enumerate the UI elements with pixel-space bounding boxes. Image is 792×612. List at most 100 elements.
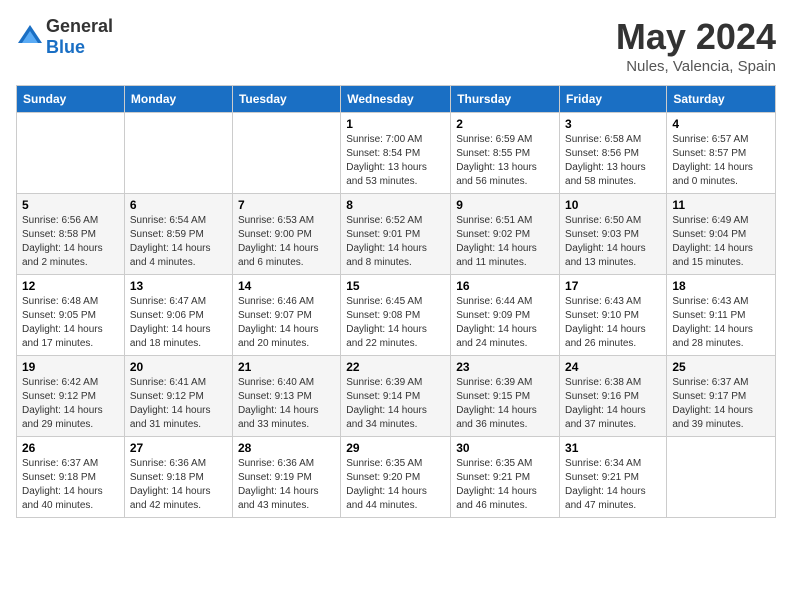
calendar-cell: 12 Sunrise: 6:48 AM Sunset: 9:05 PM Dayli…: [17, 275, 125, 356]
calendar-cell: 1Sunrise: 7:00 AM Sunset: 8:54 PM Daylig…: [341, 113, 451, 194]
day-number: 9: [456, 198, 554, 212]
calendar-week-row: 1Sunrise: 7:00 AM Sunset: 8:54 PM Daylig…: [17, 113, 776, 194]
day-number: 27: [130, 441, 227, 455]
calendar-cell: [124, 113, 232, 194]
calendar-cell: 21Sunrise: 6:40 AM Sunset: 9:13 PM Dayli…: [232, 356, 340, 437]
day-number: 12: [22, 279, 119, 293]
weekday-header-sunday: Sunday: [17, 86, 125, 113]
day-info: Sunrise: 6:39 AM Sunset: 9:14 PM Dayligh…: [346, 376, 445, 432]
day-info: Sunrise: 6:59 AM Sunset: 8:55 PM Dayligh…: [456, 133, 554, 189]
calendar-cell: 3 Sunrise: 6:58 AM Sunset: 8:56 PM Daylig…: [560, 113, 667, 194]
day-number: 4: [672, 117, 770, 131]
day-info: Sunrise: 6:34 AM Sunset: 9:21 PM Dayligh…: [565, 457, 661, 513]
day-number: 17: [565, 279, 661, 293]
day-info: Sunrise: 6:41 AM Sunset: 9:12 PM Dayligh…: [130, 376, 227, 432]
day-info: Sunrise: 6:52 AM Sunset: 9:01 PM Dayligh…: [346, 214, 445, 270]
logo-icon: [16, 23, 44, 51]
day-info: Sunrise: 6:54 AM Sunset: 8:59 PM Dayligh…: [130, 214, 227, 270]
day-info: Sunrise: 6:58 AM Sunset: 8:56 PM Dayligh…: [565, 133, 661, 189]
day-number: 2: [456, 117, 554, 131]
logo-text-blue: Blue: [46, 37, 85, 57]
weekday-header-tuesday: Tuesday: [232, 86, 340, 113]
calendar-cell: 31 Sunrise: 6:34 AM Sunset: 9:21 PM Dayli…: [560, 437, 667, 518]
calendar-cell: 30 Sunrise: 6:35 AM Sunset: 9:21 PM Dayli…: [451, 437, 560, 518]
calendar-week-row: 12 Sunrise: 6:48 AM Sunset: 9:05 PM Dayli…: [17, 275, 776, 356]
day-number: 15: [346, 279, 445, 293]
calendar-cell: 14 Sunrise: 6:46 AM Sunset: 9:07 PM Dayli…: [232, 275, 340, 356]
day-info: Sunrise: 6:38 AM Sunset: 9:16 PM Dayligh…: [565, 376, 661, 432]
day-number: 13: [130, 279, 227, 293]
day-info: Sunrise: 6:48 AM Sunset: 9:05 PM Dayligh…: [22, 295, 119, 351]
calendar-cell: [17, 113, 125, 194]
calendar-cell: 25 Sunrise: 6:37 AM Sunset: 9:17 PM Dayli…: [667, 356, 776, 437]
calendar-cell: 10Sunrise: 6:50 AM Sunset: 9:03 PM Dayli…: [560, 194, 667, 275]
weekday-header-row: SundayMondayTuesdayWednesdayThursdayFrid…: [17, 86, 776, 113]
day-number: 7: [238, 198, 335, 212]
day-number: 11: [672, 198, 770, 212]
day-info: Sunrise: 6:36 AM Sunset: 9:19 PM Dayligh…: [238, 457, 335, 513]
day-number: 8: [346, 198, 445, 212]
calendar-cell: 29 Sunrise: 6:35 AM Sunset: 9:20 PM Dayli…: [341, 437, 451, 518]
weekday-header-thursday: Thursday: [451, 86, 560, 113]
day-number: 30: [456, 441, 554, 455]
calendar-cell: 17 Sunrise: 6:43 AM Sunset: 9:10 PM Dayli…: [560, 275, 667, 356]
day-info: Sunrise: 6:45 AM Sunset: 9:08 PM Dayligh…: [346, 295, 445, 351]
logo-text-general: General: [46, 16, 113, 36]
calendar-cell: 4Sunrise: 6:57 AM Sunset: 8:57 PM Daylig…: [667, 113, 776, 194]
day-number: 28: [238, 441, 335, 455]
day-info: Sunrise: 6:39 AM Sunset: 9:15 PM Dayligh…: [456, 376, 554, 432]
day-number: 3: [565, 117, 661, 131]
calendar-cell: 11Sunrise: 6:49 AM Sunset: 9:04 PM Dayli…: [667, 194, 776, 275]
calendar-cell: 23 Sunrise: 6:39 AM Sunset: 9:15 PM Dayli…: [451, 356, 560, 437]
day-info: Sunrise: 6:35 AM Sunset: 9:21 PM Dayligh…: [456, 457, 554, 513]
location-title: Nules, Valencia, Spain: [616, 58, 776, 75]
day-number: 6: [130, 198, 227, 212]
day-number: 20: [130, 360, 227, 374]
calendar-week-row: 5Sunrise: 6:56 AM Sunset: 8:58 PM Daylig…: [17, 194, 776, 275]
day-info: Sunrise: 6:42 AM Sunset: 9:12 PM Dayligh…: [22, 376, 119, 432]
day-info: Sunrise: 6:37 AM Sunset: 9:18 PM Dayligh…: [22, 457, 119, 513]
calendar-cell: 6 Sunrise: 6:54 AM Sunset: 8:59 PM Daylig…: [124, 194, 232, 275]
calendar-cell: 22 Sunrise: 6:39 AM Sunset: 9:14 PM Dayli…: [341, 356, 451, 437]
day-number: 16: [456, 279, 554, 293]
day-info: Sunrise: 6:56 AM Sunset: 8:58 PM Dayligh…: [22, 214, 119, 270]
day-info: Sunrise: 6:50 AM Sunset: 9:03 PM Dayligh…: [565, 214, 661, 270]
calendar-cell: 13 Sunrise: 6:47 AM Sunset: 9:06 PM Dayli…: [124, 275, 232, 356]
day-number: 29: [346, 441, 445, 455]
calendar-cell: 18Sunrise: 6:43 AM Sunset: 9:11 PM Dayli…: [667, 275, 776, 356]
day-info: Sunrise: 6:46 AM Sunset: 9:07 PM Dayligh…: [238, 295, 335, 351]
month-title: May 2024: [616, 16, 776, 58]
calendar-week-row: 26Sunrise: 6:37 AM Sunset: 9:18 PM Dayli…: [17, 437, 776, 518]
day-info: Sunrise: 6:51 AM Sunset: 9:02 PM Dayligh…: [456, 214, 554, 270]
day-number: 14: [238, 279, 335, 293]
day-info: Sunrise: 6:44 AM Sunset: 9:09 PM Dayligh…: [456, 295, 554, 351]
calendar-cell: 19 Sunrise: 6:42 AM Sunset: 9:12 PM Dayli…: [17, 356, 125, 437]
calendar-cell: 27 Sunrise: 6:36 AM Sunset: 9:18 PM Dayli…: [124, 437, 232, 518]
day-info: Sunrise: 6:43 AM Sunset: 9:11 PM Dayligh…: [672, 295, 770, 351]
day-number: 19: [22, 360, 119, 374]
day-number: 1: [346, 117, 445, 131]
day-number: 31: [565, 441, 661, 455]
calendar-cell: [232, 113, 340, 194]
page-header: General Blue May 2024 Nules, Valencia, S…: [16, 16, 776, 75]
calendar-table: SundayMondayTuesdayWednesdayThursdayFrid…: [16, 85, 776, 518]
day-info: Sunrise: 6:36 AM Sunset: 9:18 PM Dayligh…: [130, 457, 227, 513]
calendar-cell: 28 Sunrise: 6:36 AM Sunset: 9:19 PM Dayli…: [232, 437, 340, 518]
day-number: 24: [565, 360, 661, 374]
day-info: Sunrise: 6:35 AM Sunset: 9:20 PM Dayligh…: [346, 457, 445, 513]
calendar-cell: 7 Sunrise: 6:53 AM Sunset: 9:00 PM Daylig…: [232, 194, 340, 275]
calendar-week-row: 19 Sunrise: 6:42 AM Sunset: 9:12 PM Dayli…: [17, 356, 776, 437]
day-info: Sunrise: 6:37 AM Sunset: 9:17 PM Dayligh…: [672, 376, 770, 432]
day-info: Sunrise: 6:47 AM Sunset: 9:06 PM Dayligh…: [130, 295, 227, 351]
day-info: Sunrise: 6:53 AM Sunset: 9:00 PM Dayligh…: [238, 214, 335, 270]
calendar-cell: 2 Sunrise: 6:59 AM Sunset: 8:55 PM Daylig…: [451, 113, 560, 194]
day-info: Sunrise: 6:43 AM Sunset: 9:10 PM Dayligh…: [565, 295, 661, 351]
calendar-cell: 24 Sunrise: 6:38 AM Sunset: 9:16 PM Dayli…: [560, 356, 667, 437]
calendar-cell: 16 Sunrise: 6:44 AM Sunset: 9:09 PM Dayli…: [451, 275, 560, 356]
title-block: May 2024 Nules, Valencia, Spain: [616, 16, 776, 75]
day-number: 22: [346, 360, 445, 374]
day-number: 23: [456, 360, 554, 374]
calendar-cell: 5Sunrise: 6:56 AM Sunset: 8:58 PM Daylig…: [17, 194, 125, 275]
logo: General Blue: [16, 16, 113, 58]
day-number: 25: [672, 360, 770, 374]
